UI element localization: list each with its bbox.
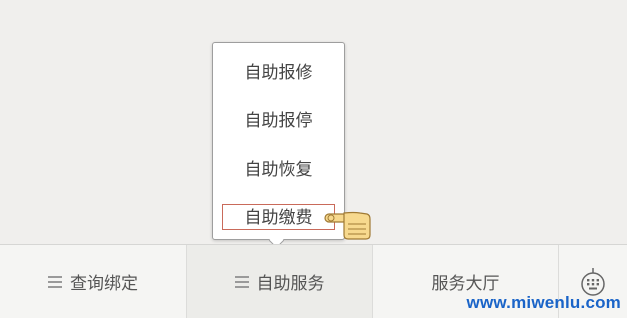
tab-label: 服务大厅 <box>431 274 500 294</box>
menu-lines-icon <box>234 276 249 288</box>
site-watermark: www.miwenlu.com <box>466 293 621 312</box>
app-screen: 自助报修 自助报停 自助恢复 自助缴费 查询绑定 自助服务 服务大厅 www.m… <box>0 0 627 318</box>
tab-label: 自助服务 <box>256 274 325 294</box>
tab-label: 查询绑定 <box>70 274 138 294</box>
menu-item-self-restore[interactable]: 自助恢复 <box>213 155 344 185</box>
pointing-hand-icon <box>324 211 371 240</box>
tab-self-service[interactable]: 自助服务 <box>186 245 373 318</box>
menu-lines-icon <box>48 276 62 288</box>
menu-item-self-suspend[interactable]: 自助报停 <box>213 106 344 136</box>
keyboard-icon <box>581 267 605 296</box>
menu-item-self-payment[interactable]: 自助缴费 <box>222 204 335 230</box>
tab-query-bind[interactable]: 查询绑定 <box>0 245 186 318</box>
menu-item-self-repair[interactable]: 自助报修 <box>213 58 344 88</box>
